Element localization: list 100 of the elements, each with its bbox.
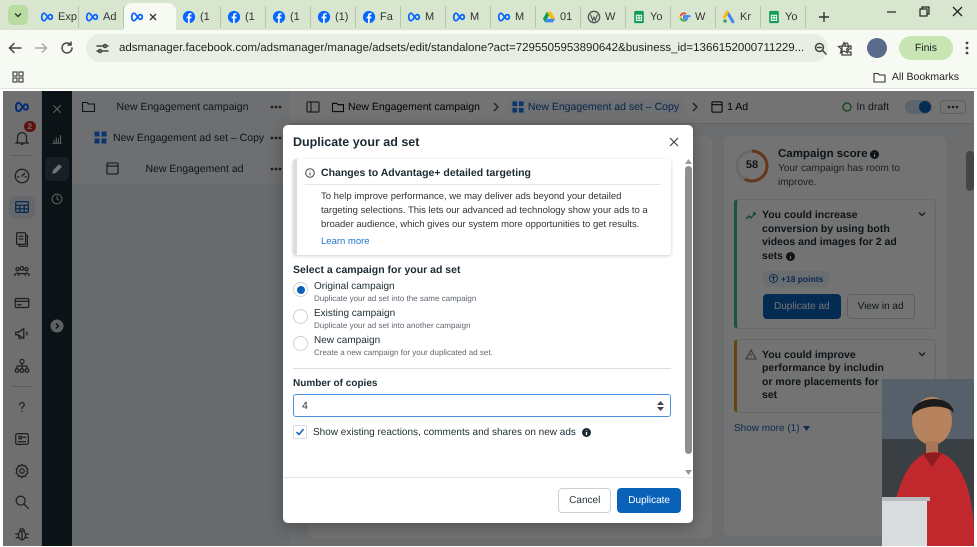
- browser-tab[interactable]: Kr: [716, 6, 761, 28]
- browser-tab[interactable]: M: [401, 6, 446, 28]
- browser-tab[interactable]: M: [446, 6, 491, 28]
- clock-icon[interactable]: [50, 192, 64, 206]
- view-ad-button[interactable]: View in ad: [846, 294, 915, 319]
- browser-tab[interactable]: (1: [266, 6, 311, 28]
- grid-icon: [512, 101, 524, 113]
- checkbox[interactable]: [293, 425, 307, 440]
- toggle-switch[interactable]: [905, 100, 932, 114]
- browser-tab[interactable]: Yo: [761, 6, 806, 28]
- zoom-icon[interactable]: [814, 42, 828, 54]
- browser-tab[interactable]: M: [491, 6, 536, 28]
- score-value: 58: [744, 159, 760, 171]
- close-icon[interactable]: [148, 12, 158, 22]
- radio-button[interactable]: [293, 282, 308, 298]
- option-label: Original campaign: [314, 281, 396, 292]
- pencil-icon[interactable]: [50, 162, 64, 176]
- browser-tab[interactable]: (1: [176, 6, 221, 28]
- meta-logo-icon: [40, 10, 54, 24]
- scroll-up-icon[interactable]: [684, 159, 692, 164]
- site-settings-icon[interactable]: [96, 42, 109, 54]
- radio-button[interactable]: [293, 336, 308, 352]
- network-icon[interactable]: [13, 357, 31, 376]
- chevron-right-icon: [691, 102, 700, 112]
- facebook-icon: [182, 10, 196, 24]
- browser-tab[interactable]: Yo: [626, 6, 671, 28]
- breadcrumb-link[interactable]: New Engagement campaign: [328, 99, 484, 115]
- meta-logo-icon: [497, 10, 511, 24]
- info-icon: [786, 252, 796, 262]
- scrollbar[interactable]: [966, 151, 974, 191]
- scrollbar[interactable]: [683, 157, 693, 477]
- profile-button[interactable]: Finis: [898, 36, 953, 60]
- bug-icon[interactable]: [13, 525, 31, 544]
- settings-icon[interactable]: [13, 462, 31, 480]
- tree-item[interactable]: New Engagement ad: [72, 153, 290, 184]
- recommendation-text: You could improve: [762, 348, 857, 362]
- browser-tab[interactable]: (1): [311, 6, 356, 28]
- learn-more-link[interactable]: Learn more: [321, 236, 370, 248]
- bar-chart-icon[interactable]: [50, 132, 64, 146]
- reload-icon[interactable]: [60, 41, 74, 55]
- all-bookmarks-button[interactable]: All Bookmarks: [862, 70, 965, 84]
- browser-tab[interactable]: (1: [221, 6, 266, 28]
- browser-tab[interactable]: Exp: [34, 6, 79, 28]
- recommendation-text: set: [762, 389, 778, 404]
- avatar[interactable]: [866, 38, 887, 58]
- info-icon: [870, 150, 880, 158]
- score-subtitle: Your campaign has room to improve.: [778, 162, 901, 189]
- meta-logo-icon[interactable]: [12, 99, 32, 113]
- tree-item[interactable]: New Engagement campaign: [72, 91, 290, 122]
- plus-icon: [818, 11, 830, 23]
- browser-tab[interactable]: Fa: [356, 6, 401, 28]
- folder-icon: [82, 100, 95, 113]
- close-button[interactable]: [667, 135, 681, 149]
- star-icon[interactable]: [837, 41, 852, 55]
- tab-search-button[interactable]: [8, 5, 28, 25]
- pages-icon[interactable]: [13, 230, 31, 248]
- status-label: In draft: [856, 101, 889, 113]
- facebook-icon: [227, 10, 241, 24]
- radio-option[interactable]: Original campaign Duplicate your ad set into the same campaign: [293, 281, 671, 304]
- number-field[interactable]: 4: [293, 394, 671, 418]
- recommendation-text: videos and images for 2 ad: [762, 236, 898, 250]
- dialog-title: Duplicate your ad set: [293, 135, 420, 149]
- browser-tab[interactable]: W: [581, 6, 626, 28]
- radio-button[interactable]: [293, 309, 308, 324]
- facebook-icon: [272, 10, 286, 24]
- option-label: New campaign: [314, 335, 382, 346]
- close-icon[interactable]: [952, 6, 963, 16]
- browser-tab[interactable]: 01: [536, 6, 581, 28]
- chevron-down-icon[interactable]: [917, 209, 927, 219]
- gauge-icon[interactable]: [13, 166, 31, 185]
- section-label: Select a campaign for your ad set: [293, 264, 462, 276]
- back-icon[interactable]: [8, 41, 22, 55]
- nav-button[interactable]: [9, 196, 35, 220]
- browser-tab[interactable]: W: [671, 6, 716, 28]
- notification-badge: 2: [24, 121, 36, 132]
- new-tab-button[interactable]: [816, 9, 832, 25]
- breadcrumb-link[interactable]: 1 Ad: [707, 99, 752, 115]
- scroll-down-icon[interactable]: [684, 470, 692, 475]
- notice-title: Changes to Advantage+ detailed targeting: [321, 167, 531, 179]
- more-button[interactable]: [940, 100, 966, 114]
- browser-tab[interactable]: [124, 3, 176, 30]
- info-icon: [582, 428, 591, 437]
- apps-icon[interactable]: [12, 71, 24, 83]
- tree-item[interactable]: New Engagement ad set – Copy: [72, 122, 290, 153]
- forward-icon[interactable]: [34, 41, 48, 55]
- spinner-icon: [657, 400, 664, 412]
- radio-option[interactable]: Existing campaign Duplicate your ad set into another campaign: [293, 308, 671, 330]
- score-title: Campaign score: [778, 148, 868, 160]
- panel-button[interactable]: [45, 157, 69, 181]
- cancel-button[interactable]: Cancel: [558, 488, 612, 513]
- restore-icon[interactable]: [919, 6, 930, 16]
- option-label: Existing campaign: [314, 308, 396, 320]
- duplicate-button[interactable]: Duplicate: [617, 488, 681, 513]
- radio-option[interactable]: New campaign Create a new campaign for your duplicated ad set.: [293, 335, 671, 358]
- search-icon[interactable]: [13, 493, 31, 512]
- recommendation-text: You could increase: [762, 209, 858, 223]
- more-icon[interactable]: [965, 41, 969, 55]
- sidebar-toggle-icon[interactable]: [306, 100, 320, 114]
- arrow-up-icon: [769, 274, 778, 284]
- expand-icon[interactable]: [50, 319, 64, 333]
